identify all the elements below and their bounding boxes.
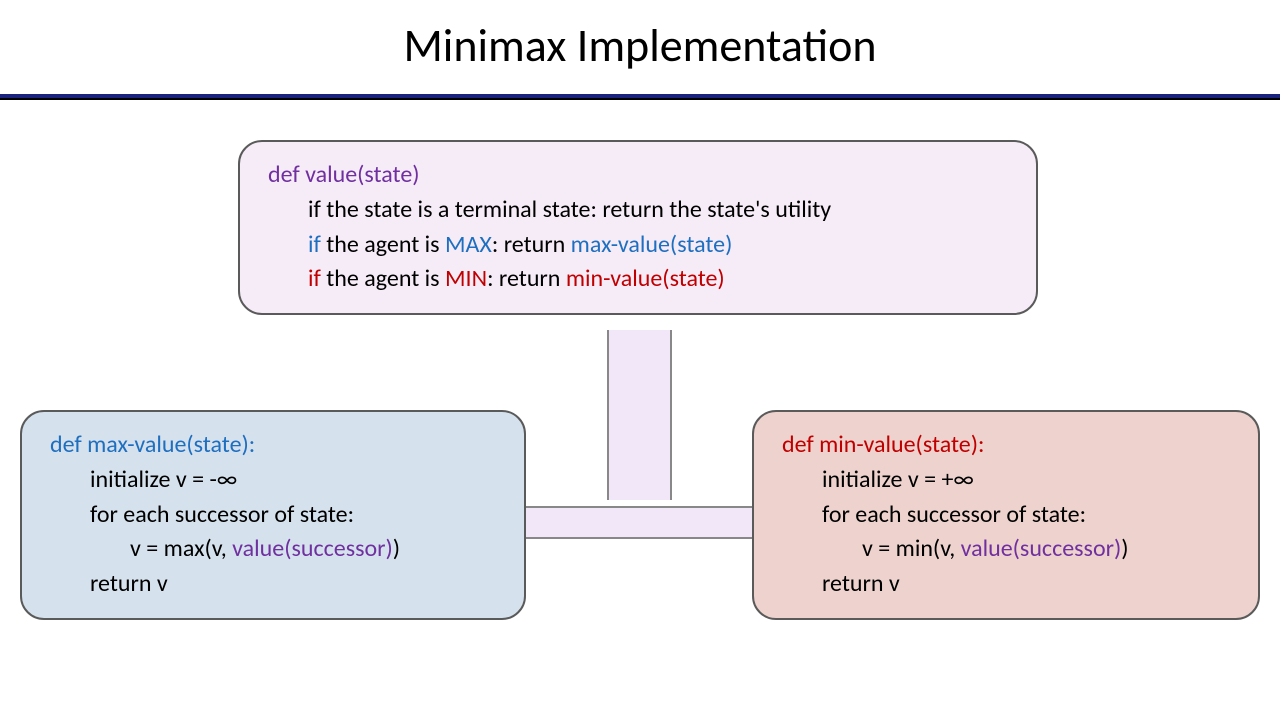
if-kw: if bbox=[308, 230, 326, 259]
max-init: initialize v = -∞ bbox=[50, 463, 496, 498]
max-value-box: def max-value(state): initialize v = -∞ … bbox=[20, 410, 526, 620]
min-init: initialize v = +∞ bbox=[782, 463, 1230, 498]
txt: the agent is bbox=[326, 230, 445, 259]
txt: v = min(v, bbox=[862, 534, 961, 563]
txt: v = max(v, bbox=[130, 534, 232, 563]
max-kw: MAX bbox=[445, 230, 492, 259]
value-line-max: if the agent is MAX: return max-value(st… bbox=[268, 228, 1008, 263]
value-def: def value(state) bbox=[268, 158, 1008, 193]
connector-vertical bbox=[607, 330, 672, 500]
if-kw: if bbox=[308, 264, 326, 293]
value-line-terminal: if the state is a terminal state: return… bbox=[268, 193, 1008, 228]
value-line-min: if the agent is MIN: return min-value(st… bbox=[268, 262, 1008, 297]
title-divider bbox=[0, 94, 1280, 100]
min-return: return v bbox=[782, 567, 1230, 602]
max-update: v = max(v, value(successor)) bbox=[50, 532, 496, 567]
max-return: return v bbox=[50, 567, 496, 602]
max-call: max-value(state) bbox=[571, 230, 733, 259]
value-call: value(successor) bbox=[232, 534, 393, 563]
txt: the agent is bbox=[326, 264, 445, 293]
min-kw: MIN bbox=[445, 264, 487, 293]
min-value-box: def min-value(state): initialize v = +∞ … bbox=[752, 410, 1260, 620]
max-for: for each successor of state: bbox=[50, 498, 496, 533]
max-def: def max-value(state): bbox=[50, 428, 496, 463]
min-update: v = min(v, value(successor)) bbox=[782, 532, 1230, 567]
min-for: for each successor of state: bbox=[782, 498, 1230, 533]
value-call: value(successor) bbox=[961, 534, 1122, 563]
page-title: Minimax Implementation bbox=[0, 0, 1280, 74]
txt: : return bbox=[487, 264, 566, 293]
min-def: def min-value(state): bbox=[782, 428, 1230, 463]
txt: ) bbox=[393, 534, 400, 563]
value-box: def value(state) if the state is a termi… bbox=[238, 140, 1038, 315]
txt: : return bbox=[492, 230, 571, 259]
min-call: min-value(state) bbox=[566, 264, 725, 293]
txt: ) bbox=[1121, 534, 1128, 563]
